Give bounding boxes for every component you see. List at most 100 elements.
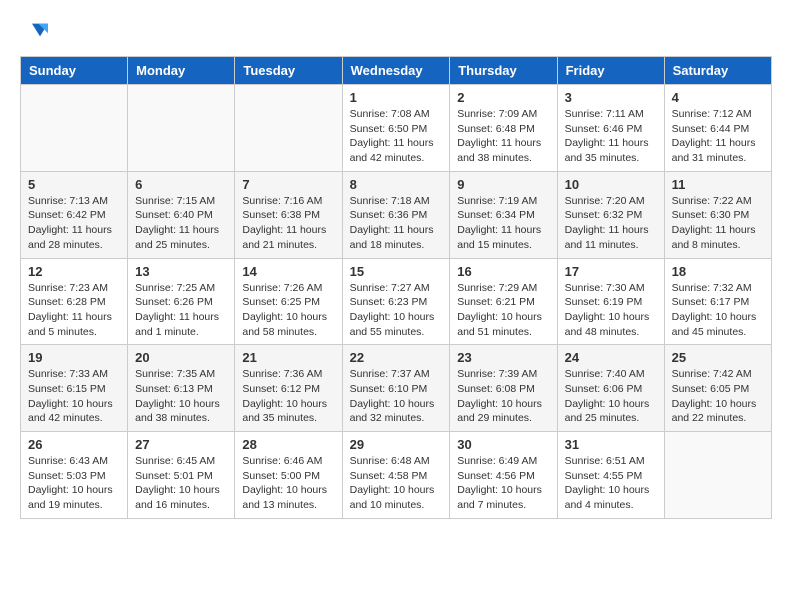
header-sunday: Sunday [21, 57, 128, 85]
day-info: Sunrise: 7:32 AM Sunset: 6:17 PM Dayligh… [672, 281, 764, 340]
day-number: 9 [457, 177, 549, 192]
calendar-cell: 16 Sunrise: 7:29 AM Sunset: 6:21 PM Dayli… [450, 258, 557, 345]
day-number: 4 [672, 90, 764, 105]
day-number: 19 [28, 350, 120, 365]
calendar-cell: 7 Sunrise: 7:16 AM Sunset: 6:38 PM Daylig… [235, 171, 342, 258]
day-number: 30 [457, 437, 549, 452]
day-info: Sunrise: 7:39 AM Sunset: 6:08 PM Dayligh… [457, 367, 549, 426]
header-tuesday: Tuesday [235, 57, 342, 85]
calendar-cell: 19 Sunrise: 7:33 AM Sunset: 6:15 PM Dayli… [21, 345, 128, 432]
header-thursday: Thursday [450, 57, 557, 85]
calendar-cell [21, 85, 128, 172]
calendar-cell: 26 Sunrise: 6:43 AM Sunset: 5:03 PM Dayli… [21, 432, 128, 519]
day-info: Sunrise: 7:26 AM Sunset: 6:25 PM Dayligh… [242, 281, 334, 340]
day-info: Sunrise: 7:11 AM Sunset: 6:46 PM Dayligh… [565, 107, 657, 166]
day-number: 25 [672, 350, 764, 365]
day-number: 31 [565, 437, 657, 452]
calendar-week-0: 1Sunrise: 7:08 AM Sunset: 6:50 PM Daylig… [21, 85, 772, 172]
day-info: Sunrise: 7:12 AM Sunset: 6:44 PM Dayligh… [672, 107, 764, 166]
day-number: 6 [135, 177, 227, 192]
calendar-cell: 22 Sunrise: 7:37 AM Sunset: 6:10 PM Dayli… [342, 345, 450, 432]
day-info: Sunrise: 7:23 AM Sunset: 6:28 PM Dayligh… [28, 281, 120, 340]
header-monday: Monday [128, 57, 235, 85]
day-info: Sunrise: 7:30 AM Sunset: 6:19 PM Dayligh… [565, 281, 657, 340]
day-number: 11 [672, 177, 764, 192]
day-number: 10 [565, 177, 657, 192]
day-info: Sunrise: 7:13 AM Sunset: 6:42 PM Dayligh… [28, 194, 120, 253]
calendar-cell: 1Sunrise: 7:08 AM Sunset: 6:50 PM Daylig… [342, 85, 450, 172]
calendar-cell: 27 Sunrise: 6:45 AM Sunset: 5:01 PM Dayli… [128, 432, 235, 519]
day-number: 14 [242, 264, 334, 279]
calendar-cell [664, 432, 771, 519]
calendar-cell: 15 Sunrise: 7:27 AM Sunset: 6:23 PM Dayli… [342, 258, 450, 345]
day-info: Sunrise: 7:36 AM Sunset: 6:12 PM Dayligh… [242, 367, 334, 426]
day-number: 22 [350, 350, 443, 365]
day-info: Sunrise: 7:19 AM Sunset: 6:34 PM Dayligh… [457, 194, 549, 253]
day-number: 17 [565, 264, 657, 279]
day-number: 21 [242, 350, 334, 365]
day-info: Sunrise: 6:51 AM Sunset: 4:55 PM Dayligh… [565, 454, 657, 513]
day-info: Sunrise: 7:37 AM Sunset: 6:10 PM Dayligh… [350, 367, 443, 426]
header-friday: Friday [557, 57, 664, 85]
day-info: Sunrise: 7:08 AM Sunset: 6:50 PM Dayligh… [350, 107, 443, 166]
calendar-cell: 31 Sunrise: 6:51 AM Sunset: 4:55 PM Dayli… [557, 432, 664, 519]
calendar-cell [128, 85, 235, 172]
page-header [20, 20, 772, 40]
calendar-cell: 4 Sunrise: 7:12 AM Sunset: 6:44 PM Daylig… [664, 85, 771, 172]
day-number: 8 [350, 177, 443, 192]
day-info: Sunrise: 7:15 AM Sunset: 6:40 PM Dayligh… [135, 194, 227, 253]
day-number: 26 [28, 437, 120, 452]
day-info: Sunrise: 7:25 AM Sunset: 6:26 PM Dayligh… [135, 281, 227, 340]
logo [20, 20, 48, 40]
calendar-week-1: 5 Sunrise: 7:13 AM Sunset: 6:42 PM Daylig… [21, 171, 772, 258]
calendar-cell: 6 Sunrise: 7:15 AM Sunset: 6:40 PM Daylig… [128, 171, 235, 258]
calendar-cell: 18 Sunrise: 7:32 AM Sunset: 6:17 PM Dayli… [664, 258, 771, 345]
header-row: Sunday Monday Tuesday Wednesday Thursday… [21, 57, 772, 85]
day-info: Sunrise: 7:09 AM Sunset: 6:48 PM Dayligh… [457, 107, 549, 166]
day-info: Sunrise: 6:45 AM Sunset: 5:01 PM Dayligh… [135, 454, 227, 513]
day-info: Sunrise: 7:42 AM Sunset: 6:05 PM Dayligh… [672, 367, 764, 426]
day-number: 16 [457, 264, 549, 279]
day-number: 23 [457, 350, 549, 365]
day-info: Sunrise: 7:27 AM Sunset: 6:23 PM Dayligh… [350, 281, 443, 340]
calendar-week-3: 19 Sunrise: 7:33 AM Sunset: 6:15 PM Dayli… [21, 345, 772, 432]
day-number: 28 [242, 437, 334, 452]
day-number: 13 [135, 264, 227, 279]
calendar-cell: 12Sunrise: 7:23 AM Sunset: 6:28 PM Dayli… [21, 258, 128, 345]
day-number: 29 [350, 437, 443, 452]
calendar-week-4: 26 Sunrise: 6:43 AM Sunset: 5:03 PM Dayli… [21, 432, 772, 519]
header-saturday: Saturday [664, 57, 771, 85]
day-info: Sunrise: 7:16 AM Sunset: 6:38 PM Dayligh… [242, 194, 334, 253]
calendar-cell: 21 Sunrise: 7:36 AM Sunset: 6:12 PM Dayli… [235, 345, 342, 432]
day-info: Sunrise: 7:33 AM Sunset: 6:15 PM Dayligh… [28, 367, 120, 426]
day-number: 15 [350, 264, 443, 279]
calendar-cell: 8Sunrise: 7:18 AM Sunset: 6:36 PM Daylig… [342, 171, 450, 258]
calendar-cell: 28 Sunrise: 6:46 AM Sunset: 5:00 PM Dayli… [235, 432, 342, 519]
calendar-cell: 5 Sunrise: 7:13 AM Sunset: 6:42 PM Daylig… [21, 171, 128, 258]
calendar-body: 1Sunrise: 7:08 AM Sunset: 6:50 PM Daylig… [21, 85, 772, 519]
calendar-header: Sunday Monday Tuesday Wednesday Thursday… [21, 57, 772, 85]
day-info: Sunrise: 6:46 AM Sunset: 5:00 PM Dayligh… [242, 454, 334, 513]
day-info: Sunrise: 6:43 AM Sunset: 5:03 PM Dayligh… [28, 454, 120, 513]
calendar-cell: 30Sunrise: 6:49 AM Sunset: 4:56 PM Dayli… [450, 432, 557, 519]
day-info: Sunrise: 7:35 AM Sunset: 6:13 PM Dayligh… [135, 367, 227, 426]
calendar-table: Sunday Monday Tuesday Wednesday Thursday… [20, 56, 772, 519]
calendar-cell: 29 Sunrise: 6:48 AM Sunset: 4:58 PM Dayli… [342, 432, 450, 519]
calendar-cell: 13 Sunrise: 7:25 AM Sunset: 6:26 PM Dayli… [128, 258, 235, 345]
day-info: Sunrise: 7:29 AM Sunset: 6:21 PM Dayligh… [457, 281, 549, 340]
header-wednesday: Wednesday [342, 57, 450, 85]
day-number: 18 [672, 264, 764, 279]
calendar-cell [235, 85, 342, 172]
day-info: Sunrise: 6:48 AM Sunset: 4:58 PM Dayligh… [350, 454, 443, 513]
day-number: 7 [242, 177, 334, 192]
day-number: 5 [28, 177, 120, 192]
calendar-cell: 14 Sunrise: 7:26 AM Sunset: 6:25 PM Dayli… [235, 258, 342, 345]
day-number: 24 [565, 350, 657, 365]
calendar-cell: 23 Sunrise: 7:39 AM Sunset: 6:08 PM Dayli… [450, 345, 557, 432]
day-info: Sunrise: 7:22 AM Sunset: 6:30 PM Dayligh… [672, 194, 764, 253]
logo-icon [24, 20, 48, 40]
calendar-cell: 20Sunrise: 7:35 AM Sunset: 6:13 PM Dayli… [128, 345, 235, 432]
day-number: 27 [135, 437, 227, 452]
day-info: Sunrise: 7:40 AM Sunset: 6:06 PM Dayligh… [565, 367, 657, 426]
day-number: 2 [457, 90, 549, 105]
